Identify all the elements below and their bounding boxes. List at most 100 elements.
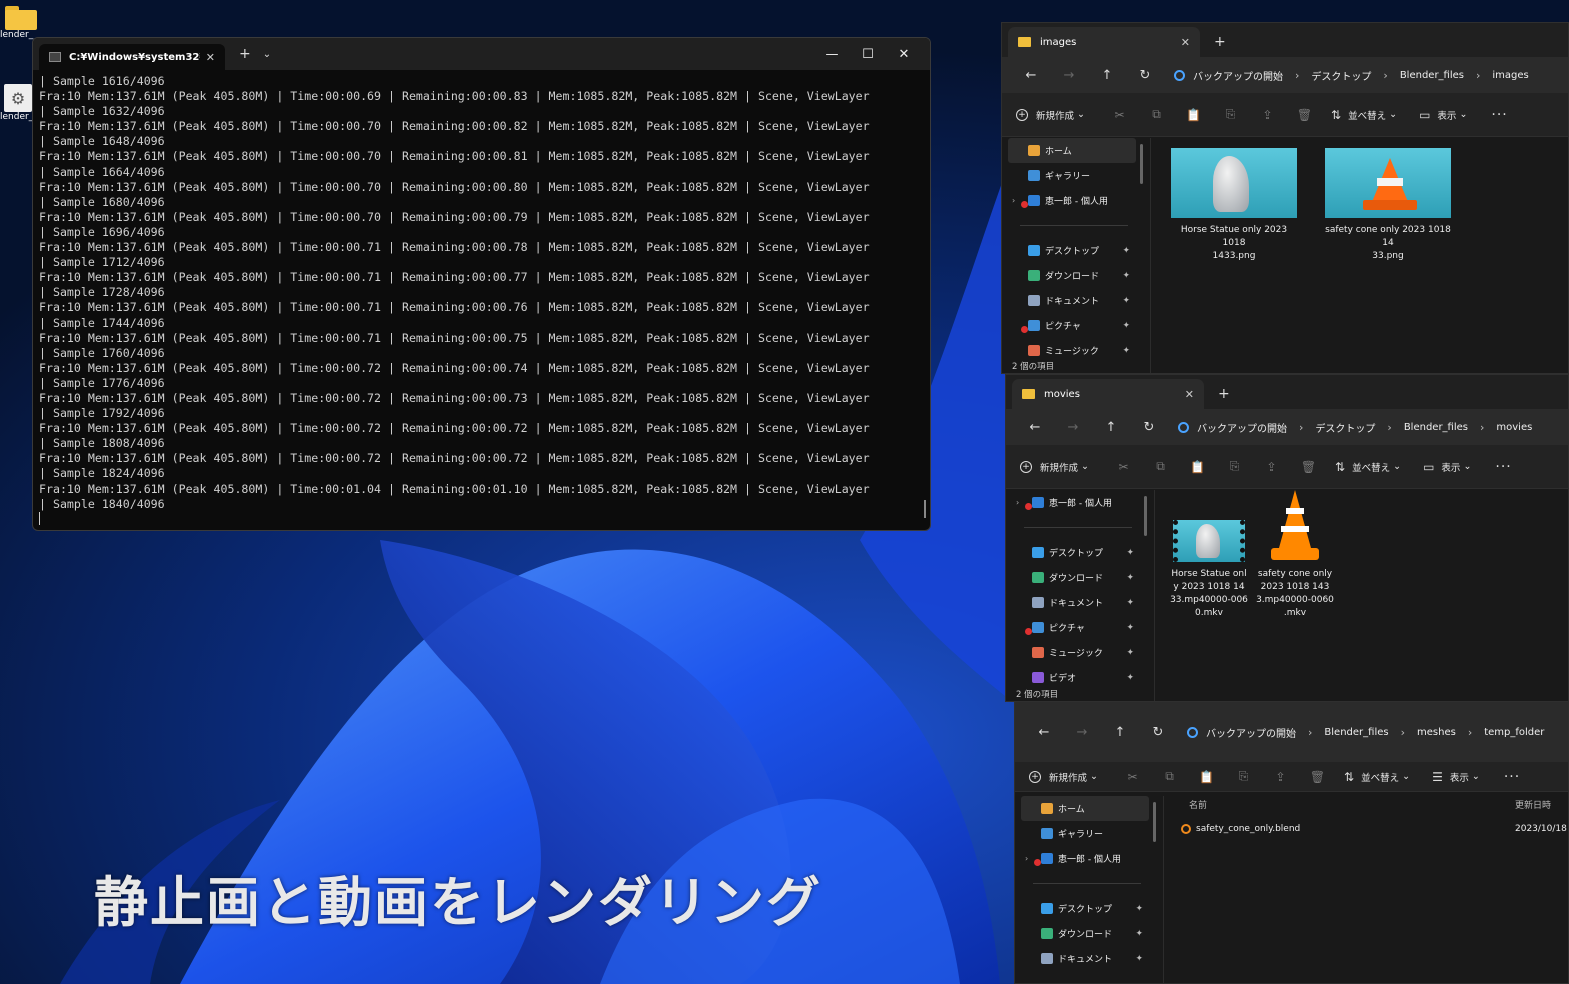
desktop-icon-folder[interactable]: lender_ (0, 6, 40, 40)
sidebar-item[interactable]: ドキュメント ✦ (1006, 590, 1146, 615)
sidebar-item[interactable]: デスクトップ ✦ (1002, 238, 1142, 263)
up-button[interactable]: ↑ (1092, 420, 1130, 435)
file-item[interactable]: safety cone only 2023 1018 14 33.png (1323, 148, 1453, 263)
pin-icon[interactable]: ✦ (1126, 548, 1134, 558)
refresh-button[interactable]: ↻ (1139, 725, 1177, 740)
sort-button[interactable]: ⇅ 並べ替え ⌄ (1335, 460, 1401, 474)
pin-icon[interactable]: ✦ (1135, 954, 1143, 964)
breadcrumb-item[interactable]: バックアップの開始 (1197, 420, 1287, 435)
more-options-icon[interactable]: ··· (1491, 107, 1507, 123)
breadcrumb[interactable]: バックアップの開始 › デスクトップ › Blender_files › ima… (1168, 62, 1535, 88)
pin-icon[interactable]: ✦ (1122, 321, 1130, 331)
breadcrumb-item[interactable]: temp_folder (1484, 727, 1544, 738)
sidebar-item[interactable]: デスクトップ ✦ (1015, 896, 1155, 921)
new-tab-button[interactable]: + (1214, 27, 1226, 57)
share-icon[interactable]: ⇪ (1253, 460, 1290, 474)
close-tab-icon[interactable]: ✕ (1185, 388, 1194, 401)
breadcrumb-item[interactable]: バックアップの開始 (1193, 68, 1283, 83)
sidebar-item[interactable]: ダウンロード ✦ (1006, 565, 1146, 590)
breadcrumb-item[interactable]: Blender_files (1324, 727, 1388, 738)
cut-icon[interactable]: ✂ (1101, 108, 1138, 122)
up-button[interactable]: ↑ (1088, 68, 1126, 83)
chevron-right-icon[interactable]: › (1012, 196, 1015, 205)
breadcrumb-item[interactable]: movies (1496, 422, 1532, 433)
tab-images[interactable]: images ✕ (1008, 27, 1200, 57)
up-button[interactable]: ↑ (1101, 725, 1139, 740)
close-tab-icon[interactable]: ✕ (206, 51, 215, 64)
pin-icon[interactable]: ✦ (1126, 648, 1134, 658)
sidebar-item[interactable]: › 恵一郎 - 個人用 (1006, 490, 1146, 515)
cut-icon[interactable]: ✂ (1114, 770, 1151, 784)
navigation-pane[interactable]: ホーム ギャラリー › 恵一郎 - 個人用 デスクトップ ✦ ダウンロード ✦ ドキュメント ✦ ピ… (1002, 138, 1143, 373)
explorer-window-images[interactable]: images ✕ + ← → ↑ ↻ バックアップの開始 › デスクトップ › … (1001, 22, 1569, 374)
breadcrumb-item[interactable]: デスクトップ (1315, 420, 1375, 435)
paste-icon[interactable]: 📋 (1188, 770, 1225, 784)
copy-icon[interactable]: ⧉ (1151, 769, 1188, 784)
sidebar-item[interactable]: ギャラリー (1002, 163, 1142, 188)
back-button[interactable]: ← (1016, 420, 1054, 435)
sidebar-item[interactable]: ドキュメント ✦ (1015, 946, 1155, 971)
sidebar-item[interactable]: ダウンロード ✦ (1002, 263, 1142, 288)
paste-icon[interactable]: 📋 (1179, 460, 1216, 474)
new-button[interactable]: + 新規作成 ⌄ (1020, 460, 1089, 474)
scrollbar[interactable] (924, 500, 926, 518)
console-output[interactable]: | Sample 1616/4096 Fra:10 Mem:137.61M (Pe… (33, 70, 930, 529)
rename-icon[interactable]: ⎘ (1225, 769, 1262, 784)
pin-icon[interactable]: ✦ (1122, 296, 1130, 306)
paste-icon[interactable]: 📋 (1175, 108, 1212, 122)
cut-icon[interactable]: ✂ (1105, 460, 1142, 474)
pin-icon[interactable]: ✦ (1122, 246, 1130, 256)
copy-icon[interactable]: ⧉ (1138, 107, 1175, 122)
rename-icon[interactable]: ⎘ (1216, 459, 1253, 474)
pin-icon[interactable]: ✦ (1126, 573, 1134, 583)
navigation-pane[interactable]: › 恵一郎 - 個人用 デスクトップ ✦ ダウンロード ✦ ドキュメント ✦ ピクチャ ✦ ミュージ… (1006, 490, 1147, 701)
sidebar-item[interactable]: › 恵一郎 - 個人用 (1015, 846, 1155, 871)
forward-button[interactable]: → (1054, 420, 1092, 435)
cmd-tab[interactable]: C:¥Windows¥system32¥cmd.e ✕ (39, 44, 225, 70)
close-tab-icon[interactable]: ✕ (1181, 36, 1190, 49)
delete-icon[interactable]: 🗑 (1286, 108, 1323, 122)
explorer-window-movies[interactable]: movies ✕ + ← → ↑ ↻ バックアップの開始 › デスクトップ › … (1005, 374, 1569, 702)
file-item[interactable]: Horse Statue only 2023 1018 1433.png (1169, 148, 1299, 263)
maximize-button[interactable]: ☐ (850, 47, 886, 62)
share-icon[interactable]: ⇪ (1249, 108, 1286, 122)
pin-icon[interactable]: ✦ (1135, 929, 1143, 939)
delete-icon[interactable]: 🗑 (1299, 770, 1336, 784)
forward-button[interactable]: → (1063, 725, 1101, 740)
tab-dropdown-button[interactable]: ⌄ (263, 49, 271, 60)
refresh-button[interactable]: ↻ (1126, 68, 1164, 83)
breadcrumb-item[interactable]: バックアップの開始 (1206, 725, 1296, 740)
sidebar-item[interactable]: ミュージック ✦ (1006, 640, 1146, 665)
sidebar-item[interactable]: ピクチャ ✦ (1002, 313, 1142, 338)
breadcrumb-item[interactable]: meshes (1417, 727, 1456, 738)
delete-icon[interactable]: 🗑 (1290, 460, 1327, 474)
sidebar-item[interactable]: ドキュメント ✦ (1002, 288, 1142, 313)
pin-icon[interactable]: ✦ (1122, 346, 1130, 356)
view-button[interactable]: ☰ 表示 ⌄ (1432, 770, 1480, 784)
sidebar-item[interactable]: › 恵一郎 - 個人用 (1002, 188, 1142, 213)
refresh-button[interactable]: ↻ (1130, 420, 1168, 435)
pin-icon[interactable]: ✦ (1135, 904, 1143, 914)
more-options-icon[interactable]: ··· (1504, 769, 1520, 785)
sidebar-item[interactable]: ホーム (1021, 796, 1149, 821)
chevron-right-icon[interactable]: › (1016, 498, 1019, 507)
breadcrumb-item[interactable]: images (1492, 70, 1528, 81)
breadcrumb[interactable]: バックアップの開始 › Blender_files › meshes › tem… (1181, 719, 1551, 745)
sidebar-item[interactable]: ビデオ ✦ (1006, 665, 1146, 690)
back-button[interactable]: ← (1025, 725, 1063, 740)
scrollbar[interactable] (1153, 802, 1156, 842)
scrollbar[interactable] (1140, 144, 1143, 184)
navigation-pane[interactable]: ホーム ギャラリー › 恵一郎 - 個人用 デスクトップ ✦ ダウンロード ✦ ドキュメント ✦ (1015, 796, 1156, 983)
breadcrumb-item[interactable]: Blender_files (1400, 70, 1464, 81)
sidebar-item[interactable]: ホーム (1008, 138, 1136, 163)
sidebar-item[interactable]: ギャラリー (1015, 821, 1155, 846)
share-icon[interactable]: ⇪ (1262, 770, 1299, 784)
cmd-window[interactable]: C:¥Windows¥system32¥cmd.e ✕ + ⌄ — ☐ ✕ | … (32, 37, 931, 531)
forward-button[interactable]: → (1050, 68, 1088, 83)
new-tab-button[interactable]: + (1218, 379, 1230, 409)
close-button[interactable]: ✕ (886, 47, 922, 62)
breadcrumb-item[interactable]: デスクトップ (1311, 68, 1371, 83)
sort-button[interactable]: ⇅ 並べ替え ⌄ (1331, 108, 1397, 122)
table-row[interactable]: safety_cone_only.blend (1181, 824, 1300, 834)
cmd-titlebar[interactable]: C:¥Windows¥system32¥cmd.e ✕ + ⌄ — ☐ ✕ (33, 38, 930, 70)
